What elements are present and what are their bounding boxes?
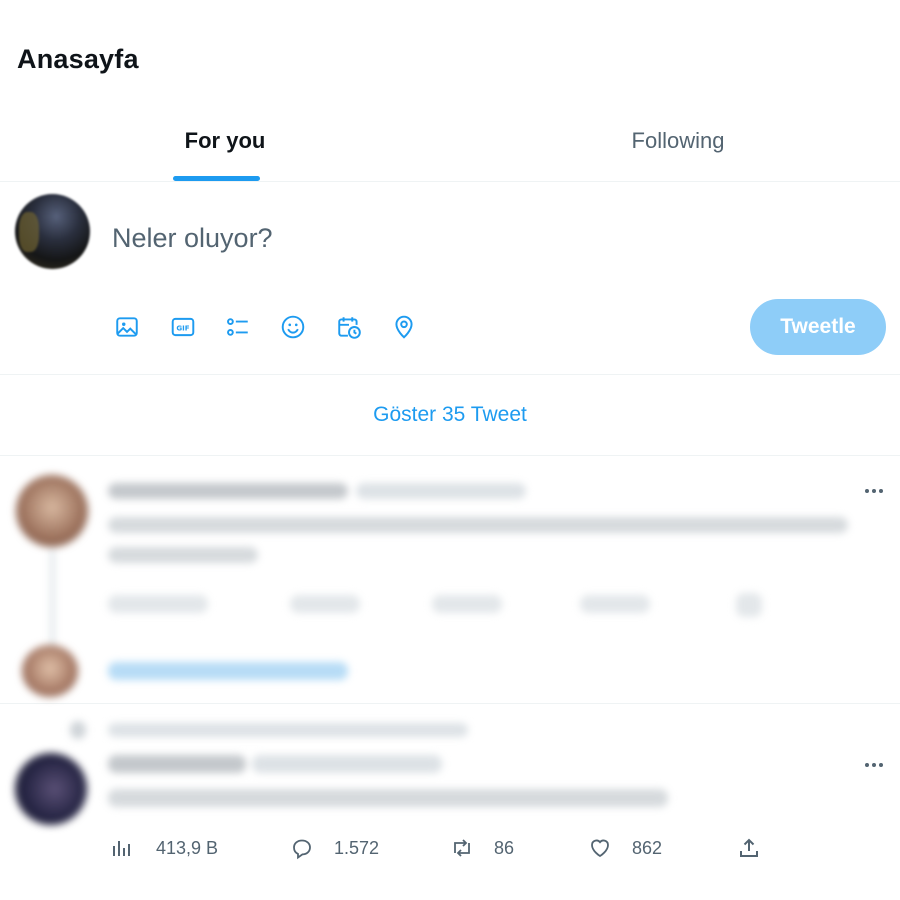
image-icon[interactable] (112, 312, 142, 342)
tweet-composer: GIF (0, 182, 900, 375)
share-action[interactable] (737, 833, 761, 863)
show-new-tweets-label: Göster 35 Tweet (373, 403, 527, 426)
tweet-text-line (108, 547, 258, 563)
tab-following[interactable]: Following (453, 100, 900, 182)
views-count: 413,9 B (156, 837, 219, 858)
avatar (15, 753, 87, 825)
tab-for-you[interactable]: For you (0, 100, 450, 182)
tab-bar: For you Following (0, 100, 900, 182)
author-handle (356, 483, 526, 499)
tweet-text-line (108, 517, 848, 533)
gif-icon[interactable]: GIF (168, 312, 198, 342)
social-context-text (108, 723, 468, 737)
like-action (580, 595, 650, 613)
reply-action (290, 595, 360, 613)
schedule-icon[interactable] (334, 312, 364, 342)
more-options-icon[interactable] (859, 481, 889, 501)
reply-action[interactable]: 1.572 (290, 833, 379, 863)
avatar (16, 475, 88, 547)
author-name (108, 755, 246, 773)
author-name (108, 483, 348, 499)
views-icon (113, 841, 130, 856)
like-action[interactable]: 862 (588, 833, 662, 863)
tweet-button[interactable]: Tweetle (750, 299, 886, 355)
retweet-action[interactable]: 86 (450, 833, 514, 863)
page-title: Anasayfa (17, 44, 139, 74)
show-new-tweets-button[interactable]: Göster 35 Tweet (0, 375, 900, 456)
thread-line (51, 549, 54, 649)
emoji-icon[interactable] (278, 312, 308, 342)
views-action (108, 595, 208, 613)
author-handle (252, 755, 442, 773)
like-count: 862 (632, 837, 663, 858)
social-context-icon (70, 721, 86, 739)
location-icon[interactable] (389, 312, 419, 342)
reply-icon (293, 839, 311, 860)
svg-text:GIF: GIF (176, 323, 189, 332)
reply-count: 1.572 (334, 837, 380, 858)
heart-icon (591, 839, 609, 858)
more-options-icon[interactable] (859, 755, 889, 775)
share-action (736, 593, 762, 617)
tab-label: For you (184, 128, 266, 153)
views-action[interactable]: 413,9 B (110, 833, 218, 863)
avatar[interactable] (15, 194, 90, 269)
retweet-count: 86 (494, 837, 515, 858)
tweet[interactable] (0, 457, 900, 704)
active-tab-indicator (173, 176, 260, 181)
retweet-icon (454, 839, 470, 857)
compose-input[interactable] (112, 218, 712, 258)
poll-icon[interactable] (223, 312, 253, 342)
tab-label: Following (631, 128, 725, 153)
tweet[interactable]: 413,9 B 1.572 86 862 (0, 705, 900, 900)
header: Anasayfa (0, 0, 900, 100)
share-icon (740, 838, 758, 857)
show-thread-link (108, 662, 348, 680)
tweet-text-line (108, 789, 668, 807)
avatar (22, 645, 78, 697)
retweet-action (432, 595, 502, 613)
